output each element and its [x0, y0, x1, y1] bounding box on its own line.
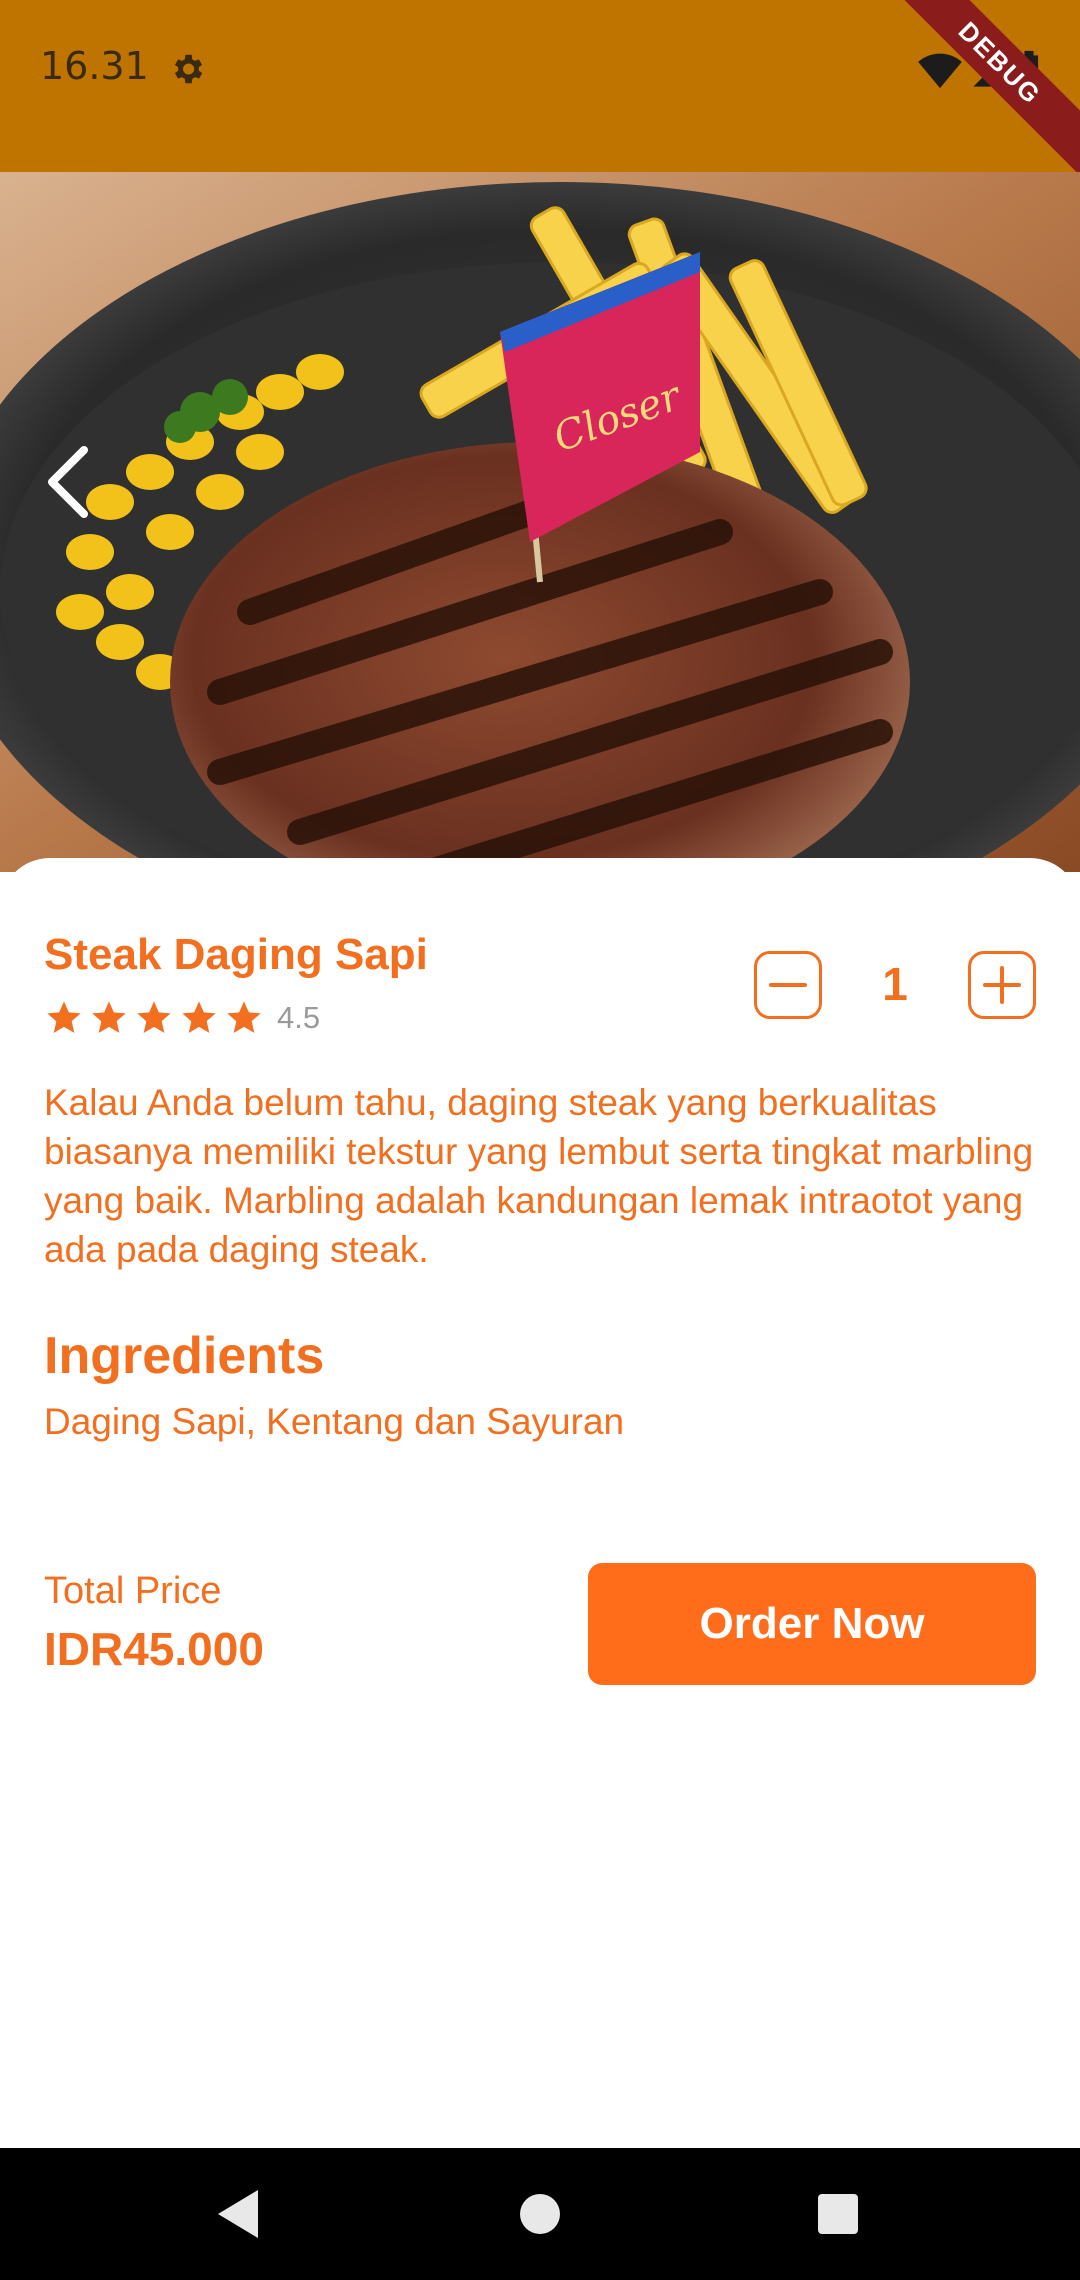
star-icon	[47, 1001, 81, 1033]
hero-image: Closer	[0, 172, 1080, 872]
quantity-value: 1	[882, 958, 908, 1010]
plus-icon	[983, 966, 1021, 1004]
nav-recents-icon[interactable]	[808, 2184, 868, 2244]
total-price-value: IDR45.000	[44, 1623, 264, 1675]
wifi-icon	[918, 53, 962, 89]
ingredients-text: Daging Sapi, Kentang dan Sayuran	[44, 1401, 625, 1442]
ingredients-heading: Ingredients	[44, 1327, 325, 1385]
rating: 4.5	[44, 998, 320, 1038]
increase-quantity-button[interactable]	[968, 951, 1036, 1019]
star-icon	[182, 1001, 216, 1033]
star-icon	[92, 1001, 126, 1033]
gear-icon	[174, 54, 203, 84]
detail-sheet: Steak Daging Sapi 4.5 1 Kalau Anda belum…	[0, 858, 1080, 2148]
product-description: Kalau Anda belum tahu, daging steak yang…	[44, 1082, 1034, 1270]
decrease-quantity-button[interactable]	[754, 951, 822, 1019]
status-time: 16.31	[40, 44, 149, 88]
minus-icon	[769, 983, 807, 987]
quantity-stepper: 1	[754, 951, 1036, 1023]
nav-home-icon[interactable]	[510, 2184, 570, 2244]
order-now-button[interactable]: Order Now	[588, 1563, 1036, 1685]
total-price-label: Total Price	[44, 1570, 222, 1612]
star-icon	[137, 1001, 171, 1033]
system-nav-bar	[0, 2148, 1080, 2280]
nav-back-icon[interactable]	[210, 2184, 270, 2244]
steak-photo: Closer	[0, 172, 1080, 872]
status-bar: 16.31 DEBUG	[0, 0, 1080, 172]
back-button[interactable]	[40, 442, 100, 522]
star-icon	[227, 1001, 261, 1033]
rating-value: 4.5	[277, 1000, 321, 1035]
product-title: Steak Daging Sapi	[44, 930, 428, 979]
